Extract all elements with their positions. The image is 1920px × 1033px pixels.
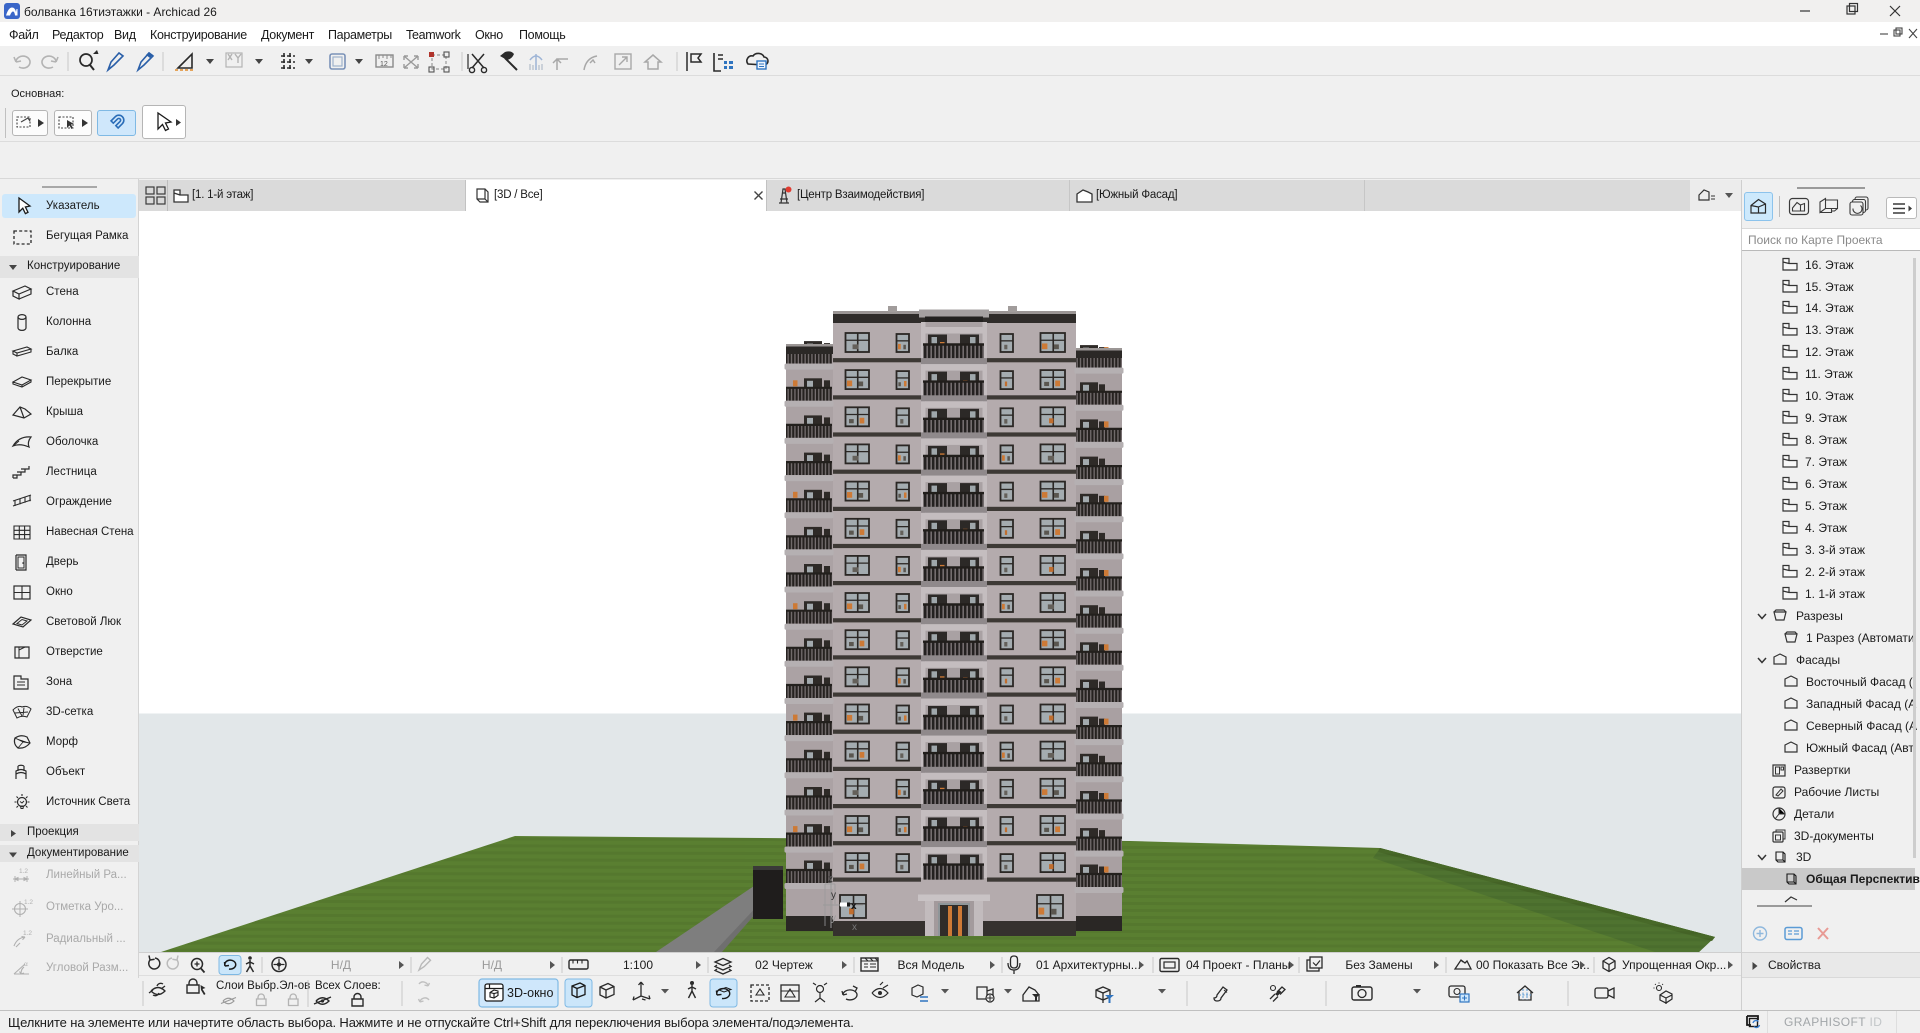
svg-text:1.2: 1.2 bbox=[19, 868, 28, 875]
svg-text:04 Проект - Планы: 04 Проект - Планы bbox=[1186, 958, 1290, 972]
svg-text:z: z bbox=[828, 874, 833, 885]
svg-text:02 Чертеж: 02 Чертеж bbox=[755, 958, 813, 972]
svg-text:Без Замены: Без Замены bbox=[1345, 958, 1412, 972]
svg-text:Всех Слоев:: Всех Слоев: bbox=[315, 980, 381, 992]
svg-text:Вся Модель: Вся Модель bbox=[898, 958, 965, 972]
svg-text:12: 12 bbox=[380, 61, 388, 68]
svg-text:3D-окно: 3D-окно bbox=[507, 986, 553, 1000]
svg-text:1.2: 1.2 bbox=[23, 930, 32, 937]
svg-text:01 Архитектурны...: 01 Архитектурны... bbox=[1036, 958, 1141, 972]
svg-text:Слои Выбр.Эл-ов: Слои Выбр.Эл-ов bbox=[216, 980, 310, 992]
svg-text:1:100: 1:100 bbox=[623, 958, 653, 972]
svg-text:Упрощенная Окр...: Упрощенная Окр... bbox=[1622, 958, 1726, 972]
svg-text:y: y bbox=[831, 913, 836, 924]
svg-text:Н/Д: Н/Д bbox=[331, 958, 351, 972]
svg-text:y: y bbox=[831, 890, 836, 901]
svg-text:1.2: 1.2 bbox=[24, 899, 33, 906]
svg-text:00 Показать Все Э...: 00 Показать Все Э... bbox=[1476, 958, 1590, 972]
svg-text:α: α bbox=[24, 961, 28, 968]
svg-text:Н/Д: Н/Д bbox=[482, 958, 502, 972]
svg-text:x: x bbox=[852, 922, 857, 933]
svg-text:x: x bbox=[851, 901, 857, 912]
